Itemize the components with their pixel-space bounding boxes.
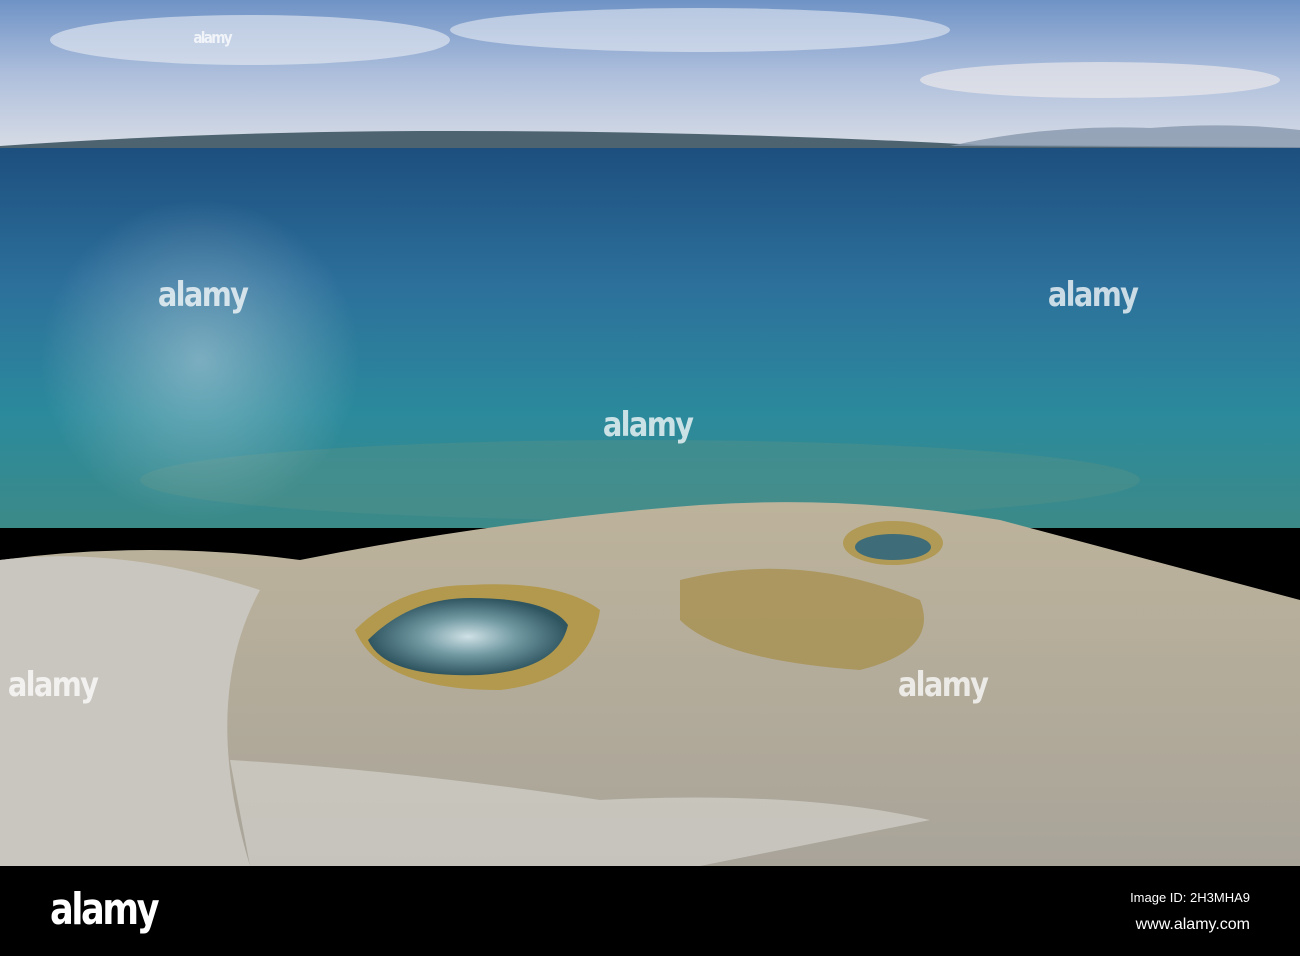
footer-banner: alamy Image ID: 2H3MHA9 www.alamy.com bbox=[0, 866, 1300, 956]
watermark-logo: alamy bbox=[897, 665, 989, 705]
site-url: www.alamy.com bbox=[1135, 916, 1250, 933]
watermark-logo: alamy bbox=[157, 275, 249, 315]
watermark-logo: alamy bbox=[7, 665, 99, 705]
alamy-logo: alamy bbox=[50, 884, 160, 935]
watermark-logo: alamy bbox=[602, 405, 694, 445]
image-id: Image ID: 2H3MHA9 bbox=[1130, 890, 1250, 905]
watermark-logo: alamy bbox=[193, 28, 232, 47]
watermark-logo: alamy bbox=[1047, 275, 1139, 315]
landscape-photo: alamy alamy alamy alamy alamy alamy bbox=[0, 0, 1300, 866]
